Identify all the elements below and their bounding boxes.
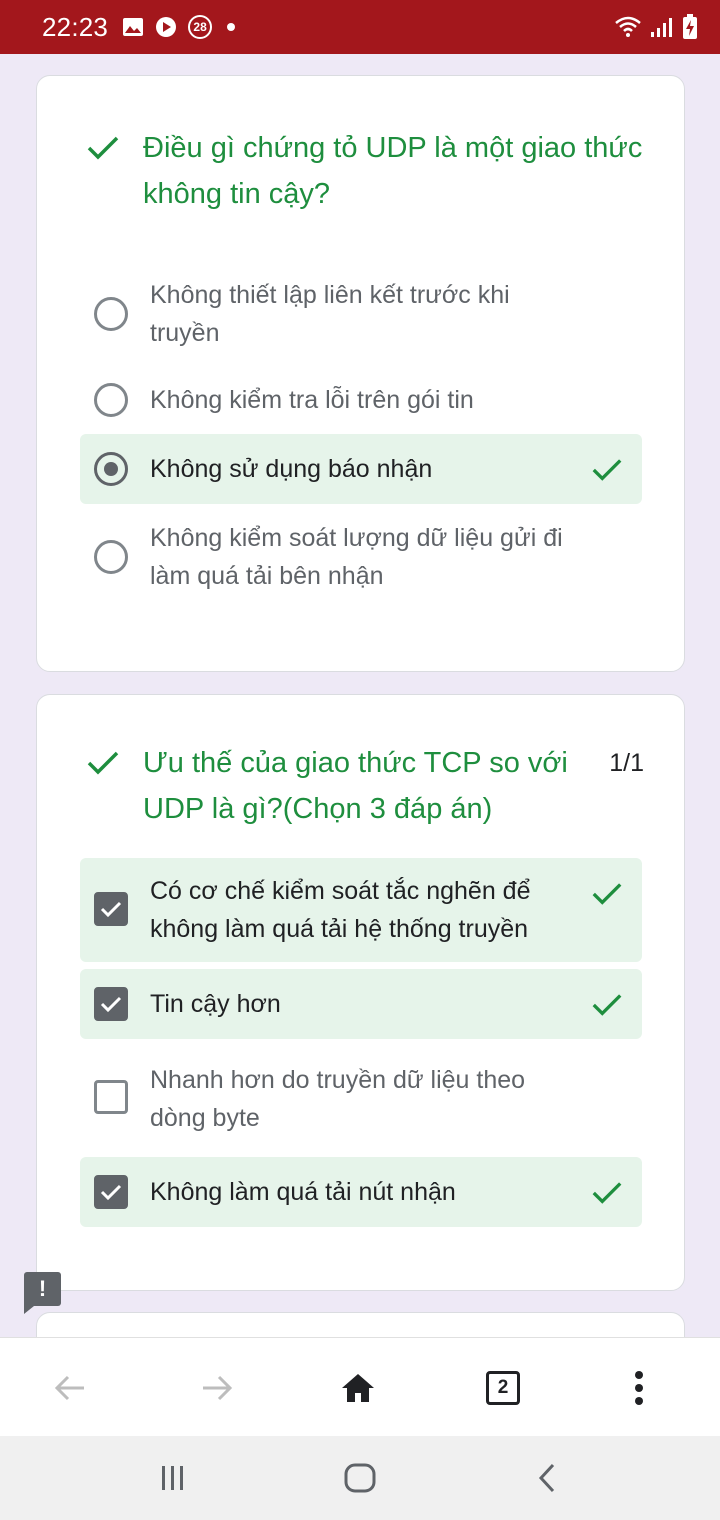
- question-header: Ưu thế của giao thức TCP so với UDP là g…: [85, 740, 644, 832]
- question-title: Điều gì chứng tỏ UDP là một giao thức kh…: [143, 132, 643, 210]
- checkbox-checked[interactable]: [94, 892, 128, 926]
- more-vert-icon[interactable]: [617, 1366, 661, 1410]
- tabs-icon[interactable]: 2: [481, 1366, 525, 1410]
- radio-button-selected[interactable]: [94, 452, 128, 486]
- recent-apps-icon[interactable]: [151, 1458, 195, 1498]
- correct-check-icon: [590, 987, 624, 1026]
- tab-count: 2: [486, 1371, 520, 1405]
- question-card-1: Điều gì chứng tỏ UDP là một giao thức kh…: [36, 75, 685, 672]
- dot-icon: [227, 23, 236, 31]
- answer-option[interactable]: Không kiểm tra lỗi trên gói tin: [80, 378, 642, 422]
- system-nav-bar: [0, 1436, 720, 1520]
- checkbox[interactable]: [94, 1080, 128, 1114]
- question-score: 1/1: [609, 749, 644, 777]
- answer-option-selected[interactable]: Tin cậy hơn: [80, 969, 642, 1039]
- option-label: Không làm quá tải nút nhận: [150, 1178, 456, 1206]
- checkbox-checked[interactable]: [94, 987, 128, 1021]
- browser-toolbar: 2: [0, 1337, 720, 1436]
- status-time: 22:23: [42, 11, 109, 42]
- correct-check-icon: [85, 744, 121, 785]
- notification-count-icon: 28: [188, 15, 213, 39]
- radio-button[interactable]: [94, 297, 128, 331]
- option-label: Có cơ chế kiểm soát tắc nghẽn để không l…: [150, 877, 531, 943]
- youtube-icon: [155, 16, 177, 38]
- option-label: Không sử dụng báo nhận: [150, 455, 433, 483]
- answer-option-selected[interactable]: Không làm quá tải nút nhận: [80, 1157, 642, 1227]
- radio-button[interactable]: [94, 540, 128, 574]
- correct-check-icon: [590, 876, 624, 915]
- checkbox-checked[interactable]: [94, 1175, 128, 1209]
- option-label: Không kiểm tra lỗi trên gói tin: [150, 386, 474, 414]
- option-label: Nhanh hơn do truyền dữ liệu theo dòng by…: [150, 1066, 526, 1132]
- answer-option-selected[interactable]: Không sử dụng báo nhận: [80, 434, 642, 504]
- correct-check-icon: [590, 1175, 624, 1214]
- home-icon[interactable]: [336, 1366, 380, 1410]
- question-header: Điều gì chứng tỏ UDP là một giao thức kh…: [85, 125, 644, 217]
- gallery-icon: [122, 17, 144, 37]
- back-icon[interactable]: [525, 1458, 569, 1498]
- answer-option-selected[interactable]: Có cơ chế kiểm soát tắc nghẽn để không l…: [80, 858, 642, 962]
- wifi-icon: [614, 15, 642, 39]
- answer-option[interactable]: Không thiết lập liên kết trước khi truyề…: [80, 275, 642, 353]
- correct-check-icon: [590, 452, 624, 491]
- answer-option[interactable]: Nhanh hơn do truyền dữ liệu theo dòng by…: [80, 1060, 642, 1138]
- radio-button[interactable]: [94, 383, 128, 417]
- option-label: Tin cậy hơn: [150, 990, 281, 1018]
- question-card-2: Ưu thế của giao thức TCP so với UDP là g…: [36, 694, 685, 1291]
- option-label: Không kiểm soát lượng dữ liệu gửi đi làm…: [150, 524, 563, 590]
- question-title: Ưu thế của giao thức TCP so với UDP là g…: [143, 747, 568, 825]
- answer-option[interactable]: Không kiểm soát lượng dữ liệu gửi đi làm…: [80, 518, 642, 596]
- home-button-icon[interactable]: [338, 1458, 382, 1498]
- correct-check-icon: [85, 129, 121, 170]
- battery-charging-icon: [682, 14, 698, 40]
- signal-icon: [650, 16, 674, 38]
- back-arrow-icon[interactable]: [48, 1366, 92, 1410]
- option-label: Không thiết lập liên kết trước khi truyề…: [150, 281, 510, 347]
- forward-arrow-icon[interactable]: [195, 1366, 239, 1410]
- status-bar: 22:23 28: [0, 0, 720, 54]
- report-feedback-button[interactable]: !: [24, 1272, 61, 1314]
